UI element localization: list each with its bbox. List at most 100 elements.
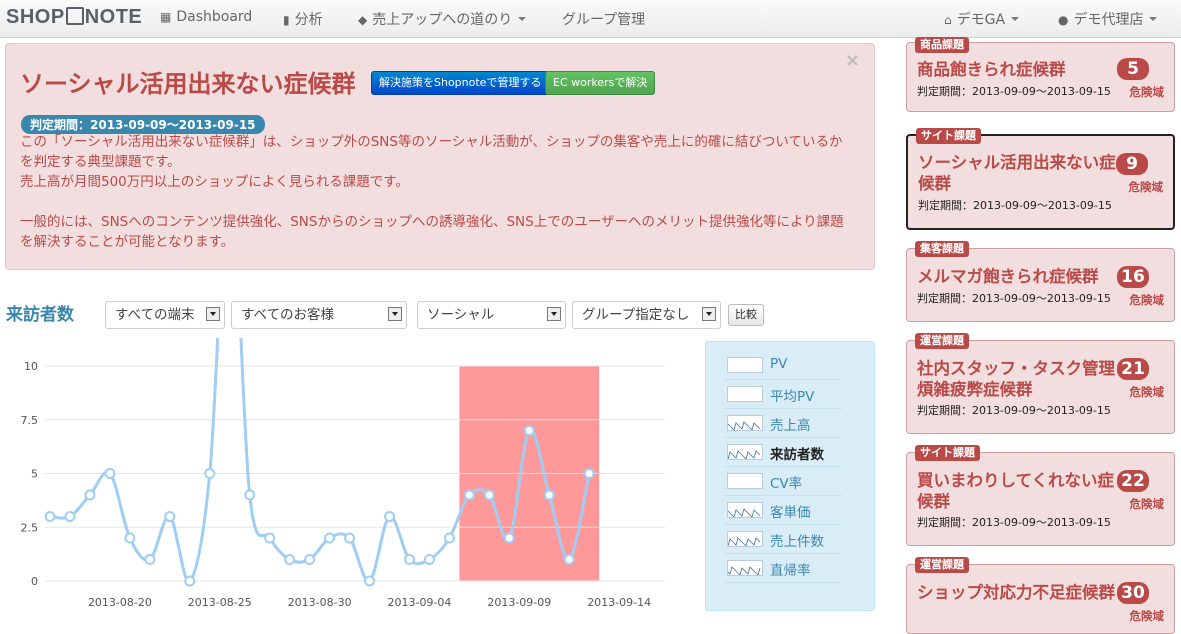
issue-category-badge: 商品課題 <box>915 37 969 53</box>
issue-card[interactable]: サイト課題 買いまわりしてくれない症候群 判定期間：2013-09-09～201… <box>906 445 1175 546</box>
y-tick-label: 2.5 <box>21 521 39 534</box>
data-point <box>104 468 116 479</box>
device-select[interactable]: すべての端末 <box>105 301 225 329</box>
legend-item-order-count[interactable]: 売上件数 <box>724 525 842 554</box>
data-point <box>503 532 515 544</box>
data-point <box>44 511 56 522</box>
nav-dashboard[interactable]: ▦ Dashboard <box>160 9 252 25</box>
sparkline-icon <box>727 415 763 431</box>
issue-score: 21 <box>1117 358 1149 380</box>
nav-group-management[interactable]: グループ管理 <box>562 9 645 29</box>
data-point <box>523 425 535 436</box>
close-icon[interactable]: × <box>845 50 860 71</box>
issue-card-title: メルマガ飽きられ症候群 <box>917 267 1099 286</box>
issue-card[interactable]: 運営課題 ショップ対応力不足症候群 30 危険域 <box>906 557 1175 634</box>
issue-card[interactable]: 集客課題 メルマガ飽きられ症候群 判定期間：2013-09-09～2013-09… <box>906 241 1175 322</box>
data-point <box>204 468 216 479</box>
brand-logo[interactable]: SHOP NOTE <box>6 6 142 29</box>
ec-workers-button[interactable]: EC workersで解決 <box>545 71 656 95</box>
data-point <box>64 511 76 522</box>
chevron-down-icon <box>388 307 402 321</box>
nav-user-agency[interactable]: ● デモ代理店 <box>1058 9 1158 29</box>
chevron-down-icon <box>547 307 561 321</box>
issue-score: 22 <box>1117 470 1149 492</box>
chevron-down-icon <box>702 307 716 321</box>
description-paragraph: 一般的には、SNSへのコンテンツ提供強化、SNSからのショップへの誘導強化、SN… <box>20 214 844 250</box>
data-point <box>184 575 196 587</box>
issue-alert: × ソーシャル活用出来ない症候群 解決施策をShopnoteで管理する EC w… <box>5 43 875 270</box>
sparkline-icon <box>727 386 763 402</box>
nav-account-ga[interactable]: ⌂ デモGA <box>944 9 1020 29</box>
issue-card-title: ショップ対応力不足症候群 <box>917 583 1115 602</box>
issue-score: 5 <box>1117 58 1149 80</box>
sparkline-icon <box>727 531 763 547</box>
data-point <box>284 554 296 565</box>
sparkline-icon <box>727 560 763 576</box>
danger-label: 危険域 <box>1129 85 1165 99</box>
issue-card-selected[interactable]: サイト課題 ソーシャル活用出来ない症候群 判定期間：2013-09-09～201… <box>906 128 1175 230</box>
y-tick-label: 5 <box>31 468 38 481</box>
data-point <box>583 468 595 479</box>
legend-item-avg-pv[interactable]: 平均PV <box>724 380 842 409</box>
data-point <box>164 511 176 522</box>
bar-chart-icon: ▮ <box>283 13 290 27</box>
sparkline-graphic <box>728 421 761 430</box>
legend-item-bounce-rate[interactable]: 直帰率 <box>724 554 842 583</box>
data-point <box>324 532 336 544</box>
issue-card-period: 判定期間：2013-09-09～2013-09-15 <box>917 404 1111 417</box>
data-point <box>344 532 356 544</box>
issue-score: 16 <box>1117 266 1149 288</box>
data-point <box>443 532 455 544</box>
data-point <box>244 489 256 501</box>
issue-title: ソーシャル活用出来ない症候群 <box>20 70 356 98</box>
issue-category-badge: 集客課題 <box>915 241 969 257</box>
data-point <box>84 489 96 501</box>
data-point <box>543 489 555 501</box>
home-icon: ⌂ <box>944 13 952 27</box>
issue-card-period: 判定期間：2013-09-09～2013-09-15 <box>918 199 1112 212</box>
sparkline-graphic <box>728 537 761 546</box>
issue-card[interactable]: 商品課題 商品飽きられ症候群 判定期間：2013-09-09～2013-09-1… <box>906 37 1175 112</box>
legend-item-sales[interactable]: 売上高 <box>724 409 842 438</box>
data-point <box>563 554 575 565</box>
issue-category-badge: 運営課題 <box>915 557 969 573</box>
chevron-down-icon <box>1149 17 1158 21</box>
sparkline-graphic <box>728 566 761 575</box>
data-point <box>264 532 276 544</box>
legend-item-cv-rate[interactable]: CV率 <box>724 467 842 496</box>
compare-button[interactable]: 比較 <box>728 304 764 326</box>
y-tick-label: 0 <box>31 575 38 588</box>
metric-legend: PV 平均PV 売上高 来訪者数 CV率 客単価 売上件数 直帰率 <box>705 341 875 611</box>
nav-analysis[interactable]: ▮ 分析 <box>283 9 323 29</box>
navbar: SHOP NOTE ▦ Dashboard ▮ 分析 ◆ 売上アップへの道のり グループ… <box>0 0 1181 38</box>
issue-card-period: 判定期間：2013-09-09～2013-09-15 <box>917 516 1111 529</box>
issue-category-badge: サイト課題 <box>915 445 980 461</box>
data-point <box>383 511 395 522</box>
sparkline-icon <box>727 357 763 373</box>
issue-card-period: 判定期間：2013-09-09～2013-09-15 <box>917 292 1111 305</box>
chevron-down-icon <box>1011 17 1020 21</box>
legend-item-avg-order[interactable]: 客単価 <box>724 496 842 525</box>
visitors-chart: 0 2.5 5 7.5 10 2013-08-20 2013-08-25 2013-08-30… <box>21 338 665 609</box>
data-point <box>403 554 415 565</box>
manage-solution-button[interactable]: 解決施策をShopnoteで管理する <box>371 71 550 95</box>
issue-card-period: 判定期間：2013-09-09～2013-09-15 <box>917 85 1111 98</box>
legend-item-visitors[interactable]: 来訪者数 <box>724 438 842 467</box>
issue-card-title: ソーシャル活用出来ない症候群 <box>918 153 1116 193</box>
channel-select[interactable]: ソーシャル <box>417 301 566 329</box>
x-tick-label: 2013-09-14 <box>587 596 651 609</box>
description-paragraph: 売上高が月間500万円以上のショップによく見られる課題です。 <box>20 174 409 190</box>
nav-sales-path[interactable]: ◆ 売上アップへの道のり <box>358 9 527 29</box>
issue-score: 9 <box>1116 153 1148 175</box>
issue-score: 30 <box>1117 582 1149 604</box>
group-select[interactable]: グループ指定なし <box>572 301 721 329</box>
legend-item-pv[interactable]: PV <box>724 351 842 380</box>
x-tick-label: 2013-08-20 <box>88 596 152 609</box>
data-point <box>304 554 316 565</box>
customer-select[interactable]: すべてのお客様 <box>231 301 407 329</box>
issue-category-badge: 運営課題 <box>915 333 969 349</box>
issue-card[interactable]: 運営課題 社内スタッフ・タスク管理煩雑疲弊症候群 判定期間：2013-09-09… <box>906 333 1175 434</box>
issue-card-title: 商品飽きられ症候群 <box>917 60 1066 79</box>
danger-label: 危険域 <box>1129 385 1165 399</box>
sparkline-icon <box>727 473 763 489</box>
